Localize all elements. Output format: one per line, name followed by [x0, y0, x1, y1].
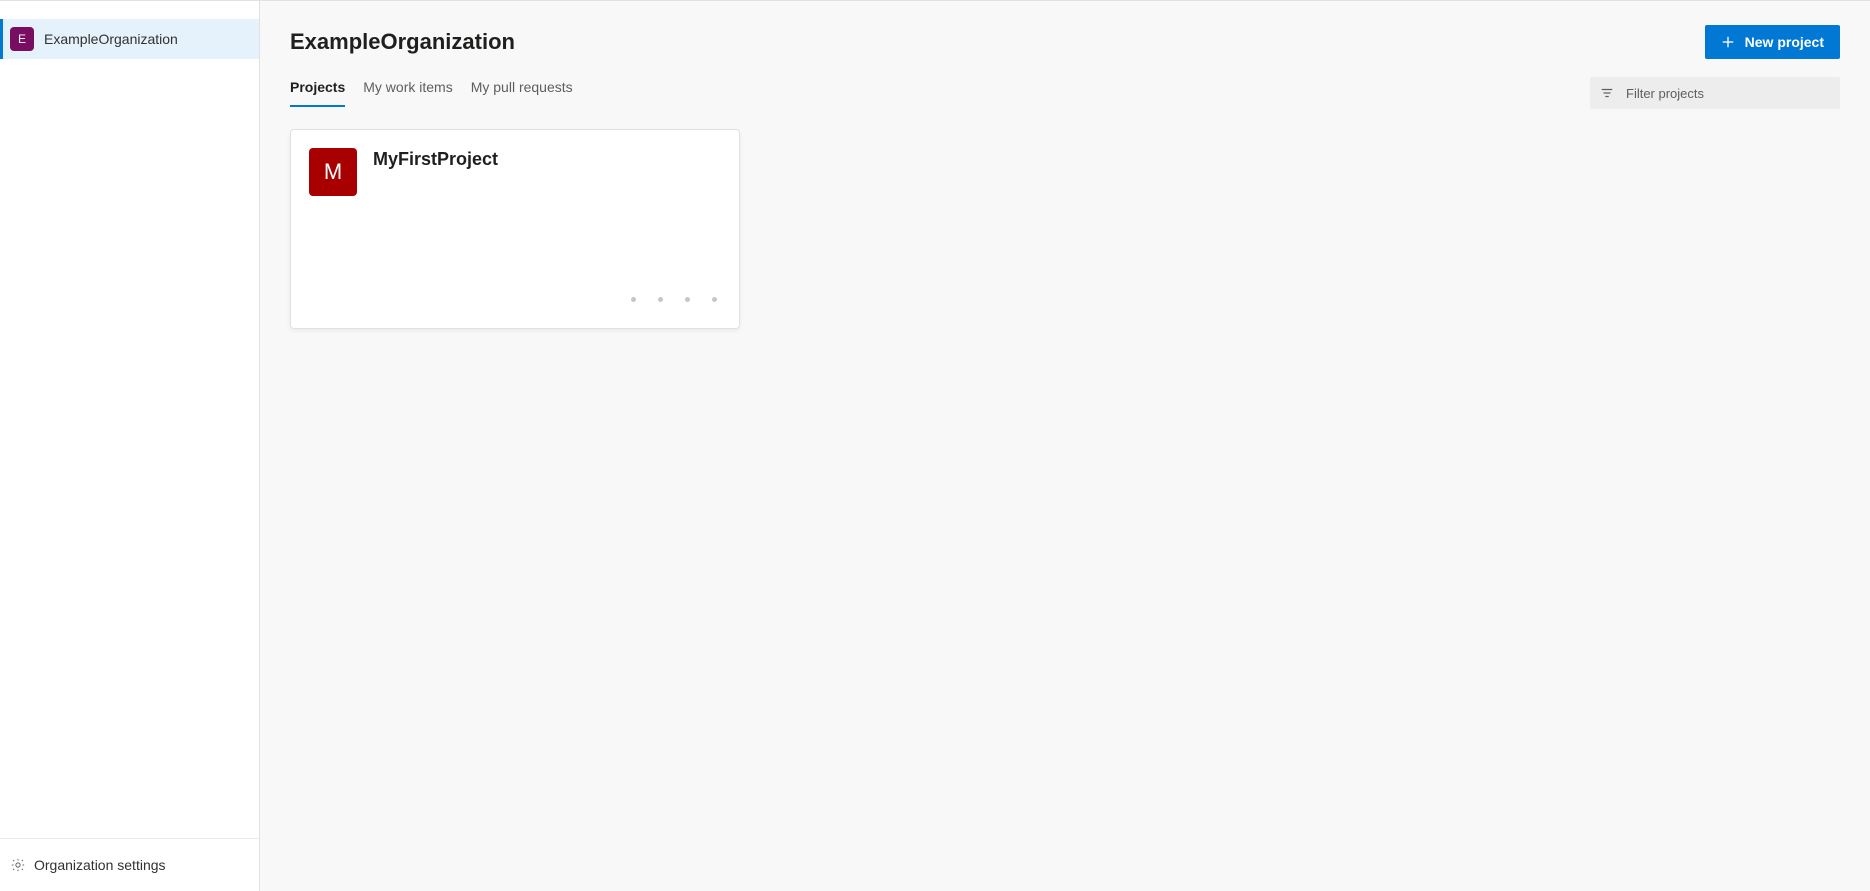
filter-projects-input[interactable] [1624, 85, 1830, 102]
organization-settings-link[interactable]: Organization settings [0, 845, 259, 885]
project-card[interactable]: M MyFirstProject [290, 129, 740, 329]
sidebar: E ExampleOrganization Organization setti… [0, 1, 260, 891]
sidebar-top: E ExampleOrganization [0, 1, 259, 838]
app-root: E ExampleOrganization Organization setti… [0, 0, 1870, 891]
filter-icon [1600, 86, 1614, 100]
main-area: ExampleOrganization New project Projects… [260, 1, 1870, 891]
project-title: MyFirstProject [373, 148, 498, 170]
service-dot[interactable] [712, 297, 717, 302]
gear-icon [10, 857, 26, 873]
project-card-service-indicators [631, 297, 717, 302]
tab-my-work-items[interactable]: My work items [363, 79, 452, 107]
new-project-button[interactable]: New project [1705, 25, 1840, 59]
page-title: ExampleOrganization [290, 29, 515, 55]
tab-my-pull-requests[interactable]: My pull requests [471, 79, 573, 107]
plus-icon [1721, 35, 1735, 49]
service-dot[interactable] [631, 297, 636, 302]
tabs: Projects My work items My pull requests [290, 79, 573, 107]
sidebar-item-organization[interactable]: E ExampleOrganization [0, 19, 259, 59]
tabs-row: Projects My work items My pull requests [290, 77, 1840, 109]
tab-projects[interactable]: Projects [290, 79, 345, 107]
project-head: M MyFirstProject [309, 148, 721, 196]
new-project-label: New project [1745, 34, 1824, 50]
org-label: ExampleOrganization [44, 31, 178, 47]
project-avatar: M [309, 148, 357, 196]
project-cards: M MyFirstProject [290, 129, 1840, 329]
org-avatar: E [10, 27, 34, 51]
sidebar-bottom: Organization settings [0, 838, 259, 891]
organization-settings-label: Organization settings [34, 857, 166, 873]
header-row: ExampleOrganization New project [290, 25, 1840, 59]
service-dot[interactable] [658, 297, 663, 302]
service-dot[interactable] [685, 297, 690, 302]
filter-projects-box[interactable] [1590, 77, 1840, 109]
